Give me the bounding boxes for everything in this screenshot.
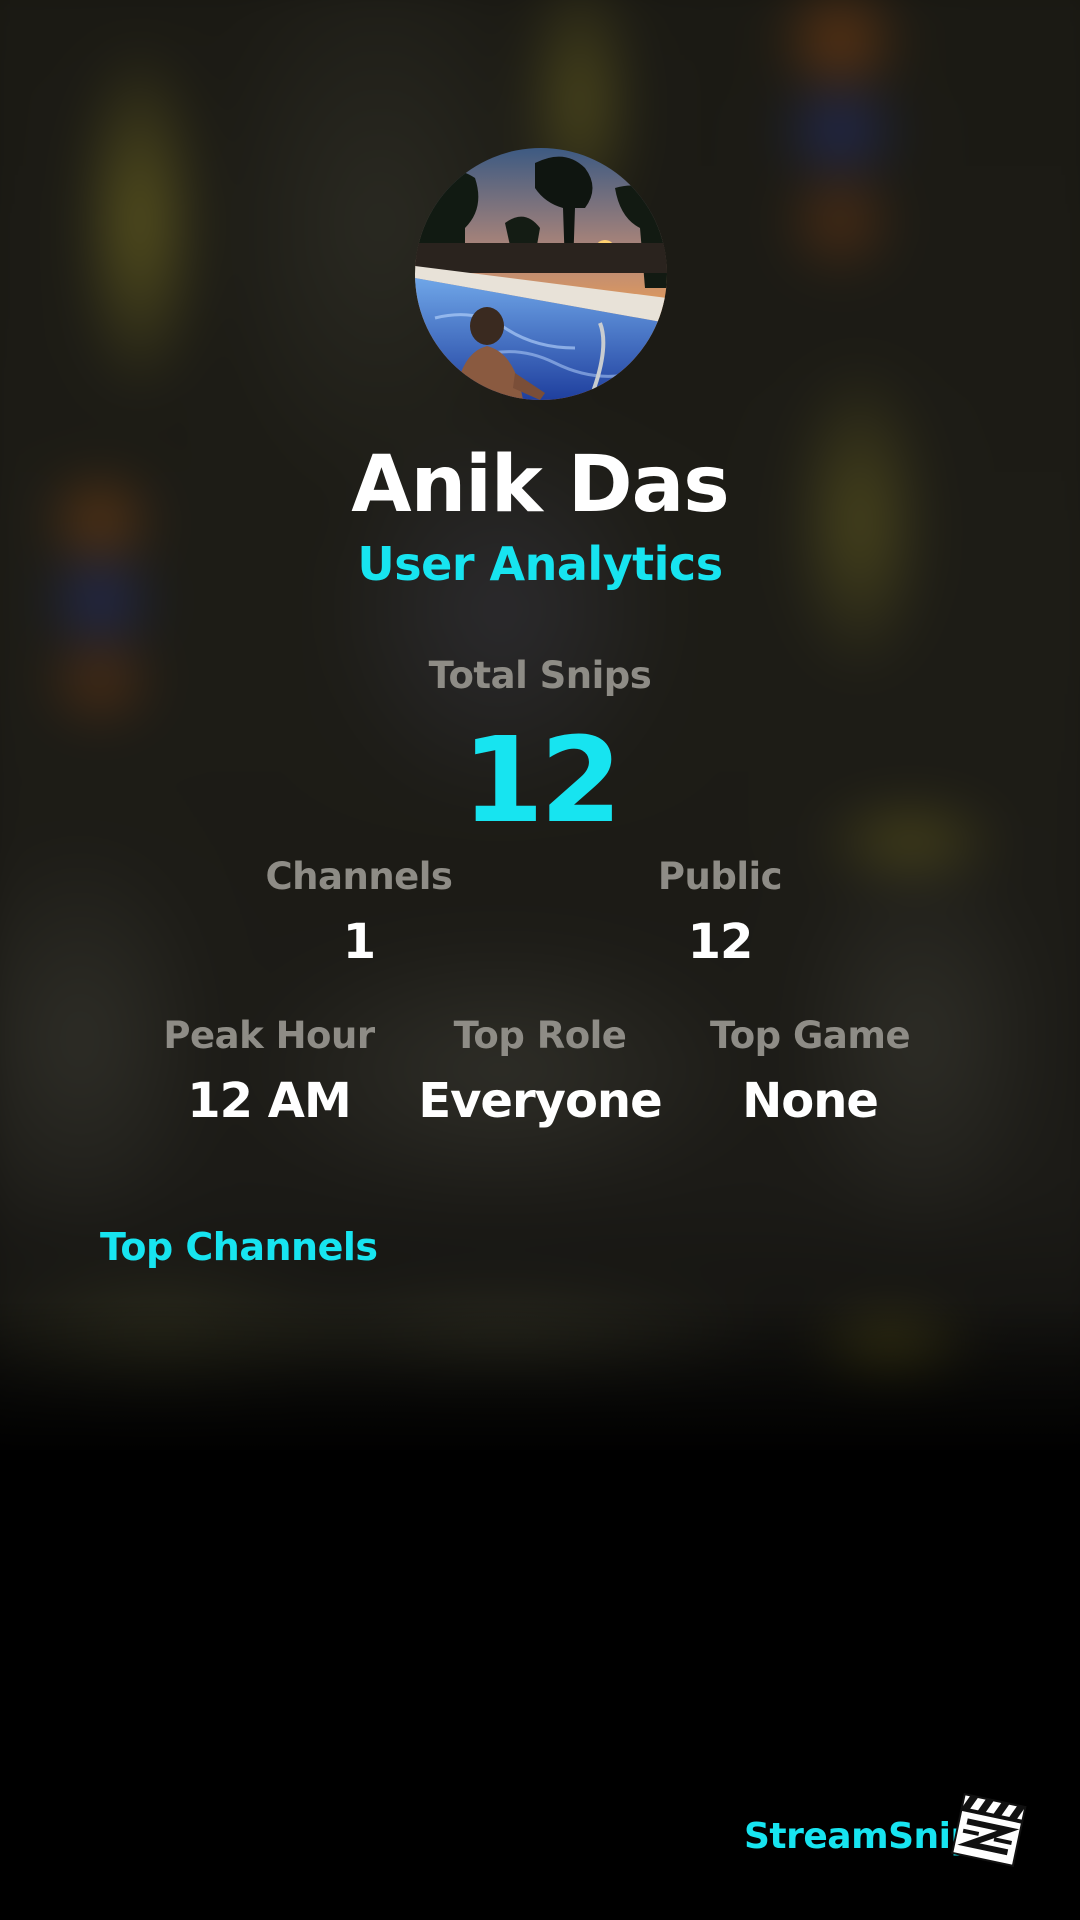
top-game-stat: Top Game None [675, 1014, 945, 1134]
brand-name: StreamSnip [744, 1816, 976, 1857]
top-game-label: Top Game [709, 1014, 911, 1057]
top-channels-heading: Top Channels [100, 1225, 378, 1269]
channels-stat: Channels 1 [219, 855, 499, 977]
analytics-card: Anik Das User Analytics Total Snips 12 C… [0, 0, 1080, 1920]
public-stat: Public 12 [580, 855, 860, 977]
page-subtitle: User Analytics [357, 537, 723, 591]
top-game-value: None [742, 1073, 879, 1129]
public-value: 12 [687, 914, 754, 970]
user-name: Anik Das [351, 440, 729, 530]
public-label: Public [657, 855, 783, 898]
top-role-value: Everyone [418, 1073, 662, 1129]
peak-hour-label: Peak Hour [163, 1014, 375, 1057]
total-snips-value: 12 [461, 711, 622, 849]
channels-label: Channels [265, 855, 453, 898]
avatar [415, 148, 667, 400]
peak-hour-value: 12 AM [187, 1073, 351, 1129]
peak-hour-stat: Peak Hour 12 AM [134, 1014, 404, 1134]
channels-value: 1 [342, 914, 376, 970]
total-snips-label: Total Snips [428, 654, 652, 697]
top-role-label: Top Role [453, 1014, 627, 1057]
clapperboard-icon [950, 1790, 1028, 1868]
top-role-stat: Top Role Everyone [405, 1014, 675, 1134]
